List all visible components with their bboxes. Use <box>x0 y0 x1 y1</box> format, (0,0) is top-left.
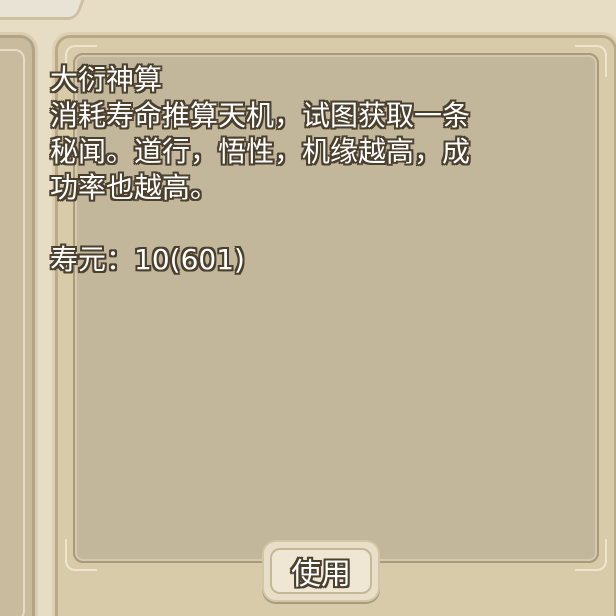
skill-info-text: 大衍神算 消耗寿命推算天机，试图获取一条秘闻。道行，悟性，机缘越高，成功率也越高… <box>50 62 490 278</box>
top-tab-edge[interactable] <box>0 0 88 20</box>
left-panel-edge <box>0 32 38 616</box>
lifespan-line: 寿元：10(601) <box>50 242 490 278</box>
lifespan-value: 10(601) <box>134 243 245 276</box>
skill-title: 大衍神算 <box>50 63 163 96</box>
lifespan-label: 寿元： <box>50 243 135 276</box>
use-button-label: 使用 <box>291 557 351 592</box>
skill-description: 消耗寿命推算天机，试图获取一条秘闻。道行，悟性，机缘越高，成功率也越高。 <box>50 99 471 204</box>
frame-corner-ornament <box>575 45 607 77</box>
use-button[interactable]: 使用 <box>262 540 380 602</box>
frame-corner-ornament <box>65 539 97 571</box>
frame-corner-ornament <box>575 539 607 571</box>
skill-detail-screen: 大衍神算 消耗寿命推算天机，试图获取一条秘闻。道行，悟性，机缘越高，成功率也越高… <box>0 0 616 616</box>
